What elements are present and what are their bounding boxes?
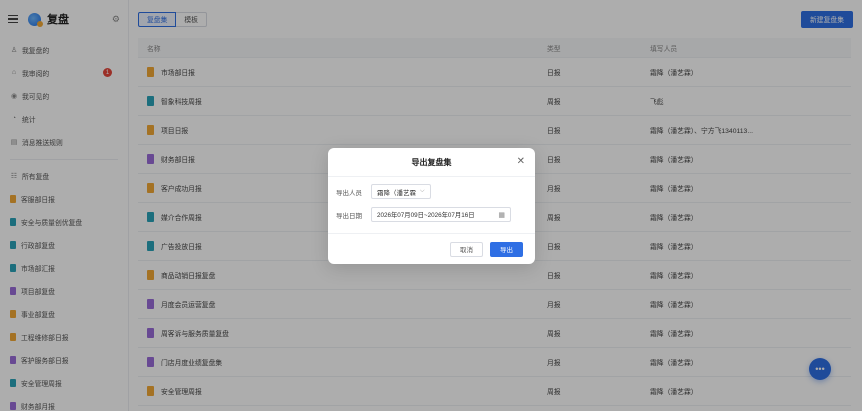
date-range-picker[interactable]: 2026年07月09日~2026年07月16日 ▦ — [371, 207, 511, 222]
date-row: 导出日期 2026年07月09日~2026年07月16日 ▦ — [336, 207, 527, 222]
person-label: 导出人员 — [336, 189, 362, 197]
dialog-footer: 取消 导出 — [328, 233, 535, 264]
dialog-title: 导出复盘集 — [411, 157, 452, 167]
export-button[interactable]: 导出 — [490, 241, 523, 257]
dialog-header: 导出复盘集 ✕ — [328, 148, 535, 177]
close-icon[interactable]: ✕ — [517, 156, 525, 167]
dialog-body: 导出人员 霜降（潘艺霖 ⌵ 导出日期 2026年07月09日~2026年07月1… — [328, 177, 535, 222]
chevron-down-icon: ⌵ — [420, 188, 425, 194]
date-label: 导出日期 — [336, 212, 362, 220]
person-row: 导出人员 霜降（潘艺霖 ⌵ — [336, 184, 527, 199]
person-value: 霜降（潘艺霖 — [377, 189, 416, 197]
person-select[interactable]: 霜降（潘艺霖 ⌵ — [371, 184, 431, 199]
date-range-value: 2026年07月09日~2026年07月16日 — [377, 212, 475, 219]
export-dialog: 导出复盘集 ✕ 导出人员 霜降（潘艺霖 ⌵ 导出日期 2026年07月09日~2… — [328, 148, 535, 264]
calendar-icon: ▦ — [498, 211, 505, 219]
cancel-button[interactable]: 取消 — [450, 241, 483, 257]
